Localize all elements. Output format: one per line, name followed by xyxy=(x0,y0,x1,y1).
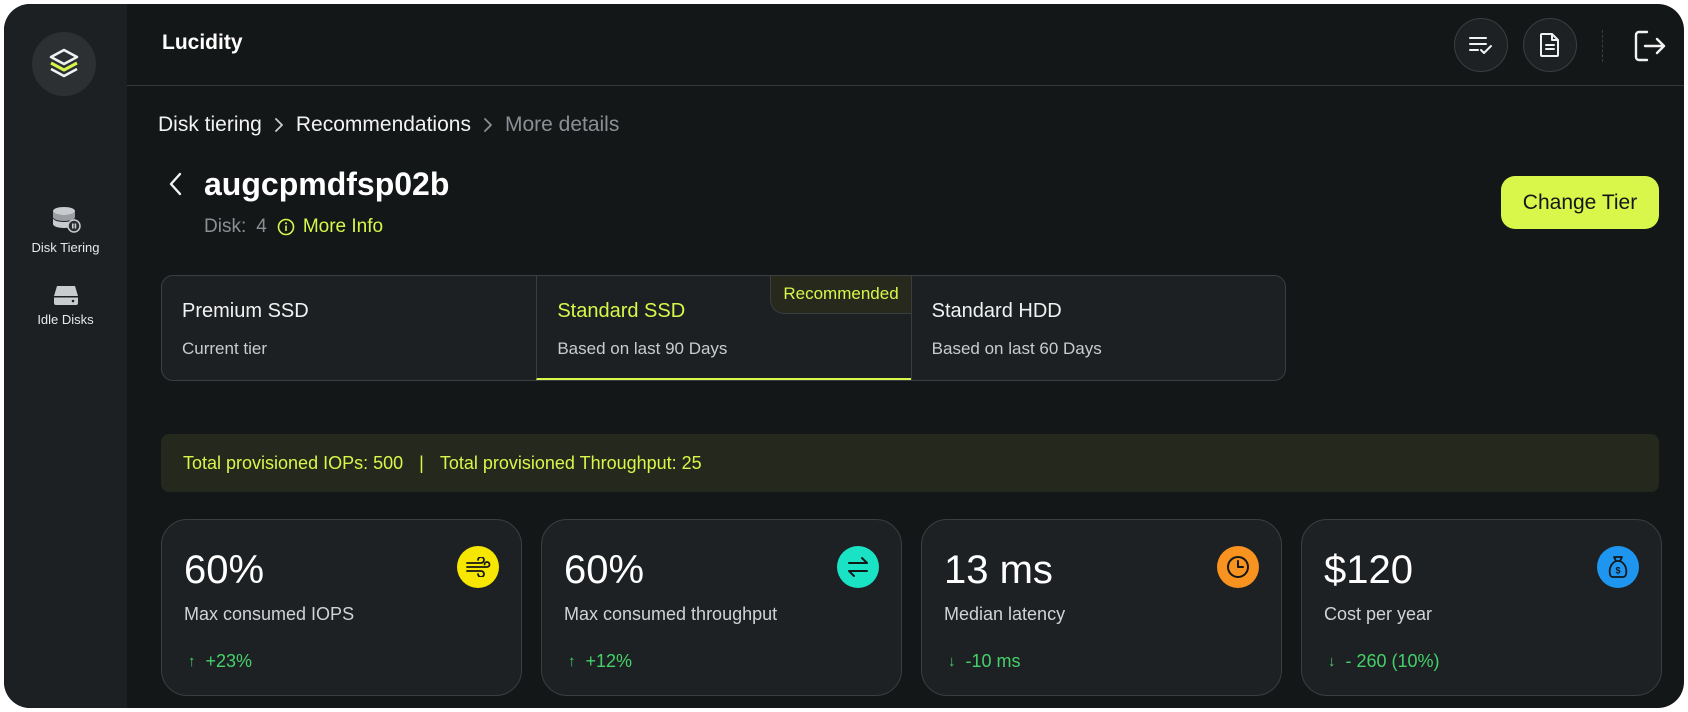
sidebar-item-disk-tiering[interactable]: Disk Tiering xyxy=(4,206,127,255)
metric-value: 60% xyxy=(184,548,265,592)
metric-label: Median latency xyxy=(944,604,1066,624)
app-logo[interactable] xyxy=(32,32,96,96)
tier-title: Standard HDD xyxy=(931,300,1062,322)
arrow-up-icon: ↑ xyxy=(568,653,576,670)
app-title: Lucidity xyxy=(162,31,243,54)
provisioned-throughput: Total provisioned Throughput: 25 xyxy=(439,452,702,473)
chevron-left-icon xyxy=(169,172,182,196)
metric-delta: ↓ -10 ms xyxy=(948,651,1021,672)
database-icon xyxy=(52,207,81,233)
svg-text:$: $ xyxy=(1615,566,1620,576)
metric-value: 60% xyxy=(564,548,645,592)
metric-delta-value: +23% xyxy=(205,651,253,671)
banner-separator: | xyxy=(419,452,424,473)
disk-meta: Disk: 4 More Info xyxy=(204,216,383,238)
metric-card-cost: $120 Cost per year ↓ - 260 (10%) $ xyxy=(1301,519,1662,696)
tier-standard-ssd[interactable]: Standard SSD Based on last 90 Days Recom… xyxy=(536,276,911,380)
breadcrumb-recommendations[interactable]: Recommendations xyxy=(296,113,471,137)
tier-subtitle: Based on last 90 Days xyxy=(557,339,728,358)
metric-label: Cost per year xyxy=(1324,604,1433,624)
arrow-up-icon: ↑ xyxy=(188,653,196,670)
metric-card-iops: 60% Max consumed IOPS ↑ +23% xyxy=(161,519,522,696)
metric-delta-value: - 260 (10%) xyxy=(1345,651,1440,671)
layers-logo-icon xyxy=(49,48,79,78)
logout-button[interactable] xyxy=(1631,28,1667,64)
logout-icon xyxy=(1634,30,1666,62)
sidebar: Disk Tiering Idle Disks xyxy=(4,4,127,708)
sidebar-item-label: Idle Disks xyxy=(37,312,94,327)
back-button[interactable] xyxy=(164,170,188,198)
document-icon xyxy=(1540,33,1559,57)
metric-delta-value: +12% xyxy=(585,651,633,671)
disk-label: Disk: xyxy=(204,216,247,237)
change-tier-button[interactable]: Change Tier xyxy=(1501,176,1659,229)
tier-standard-hdd[interactable]: Standard HDD Based on last 60 Days xyxy=(910,276,1285,380)
toolbar-divider xyxy=(1602,30,1603,62)
clock-icon xyxy=(1217,546,1259,588)
arrow-down-icon: ↓ xyxy=(948,653,956,670)
checklist-button[interactable] xyxy=(1454,18,1508,72)
chevron-right-icon xyxy=(274,117,284,133)
sidebar-item-label: Disk Tiering xyxy=(31,240,100,255)
metric-delta-value: -10 ms xyxy=(965,651,1021,671)
money-bag-icon: $ xyxy=(1597,546,1639,588)
metric-card-latency: 13 ms Median latency ↓ -10 ms xyxy=(921,519,1282,696)
tier-selector: Premium SSD Current tier Standard SSD Ba… xyxy=(161,275,1286,381)
metric-delta: ↑ +12% xyxy=(568,651,632,672)
tier-subtitle: Based on last 60 Days xyxy=(931,339,1102,358)
provisioned-banner: Total provisioned IOPs: 500 | Total prov… xyxy=(161,434,1659,492)
document-button[interactable] xyxy=(1523,18,1577,72)
checklist-icon xyxy=(1469,37,1492,54)
metric-delta: ↓ - 260 (10%) xyxy=(1328,651,1440,672)
tier-premium-ssd[interactable]: Premium SSD Current tier xyxy=(162,276,536,380)
tier-subtitle: Current tier xyxy=(182,339,268,358)
metric-value: 13 ms xyxy=(944,548,1053,592)
disk-count: 4 xyxy=(256,216,267,237)
tier-title: Premium SSD xyxy=(182,300,309,322)
info-icon xyxy=(277,218,295,236)
top-bar: Lucidity xyxy=(127,4,1684,86)
app-window: Disk Tiering Idle Disks Lucidity Disk ti… xyxy=(4,4,1684,708)
wind-flow-icon xyxy=(457,546,499,588)
breadcrumb-disk-tiering[interactable]: Disk tiering xyxy=(158,113,262,137)
provisioned-iops: Total provisioned IOPs: 500 xyxy=(183,452,404,473)
transfer-arrows-icon xyxy=(837,546,879,588)
sidebar-item-idle-disks[interactable]: Idle Disks xyxy=(4,284,127,327)
metric-value: $120 xyxy=(1324,548,1413,592)
metric-delta: ↑ +23% xyxy=(188,651,252,672)
metric-card-throughput: 60% Max consumed throughput ↑ +12% xyxy=(541,519,902,696)
metric-label: Max consumed IOPS xyxy=(184,604,355,624)
hard-drive-icon xyxy=(53,286,78,305)
more-info-link[interactable]: More Info xyxy=(277,216,383,238)
metric-label: Max consumed throughput xyxy=(564,604,778,624)
recommended-badge: Recommended xyxy=(770,276,911,314)
arrow-down-icon: ↓ xyxy=(1328,653,1336,670)
more-info-label: More Info xyxy=(302,216,384,237)
breadcrumb: Disk tiering Recommendations More detail… xyxy=(158,113,619,137)
breadcrumb-more-details: More details xyxy=(504,113,620,136)
chevron-right-icon xyxy=(483,117,493,133)
page-title: augcpmdfsp02b xyxy=(204,166,450,202)
